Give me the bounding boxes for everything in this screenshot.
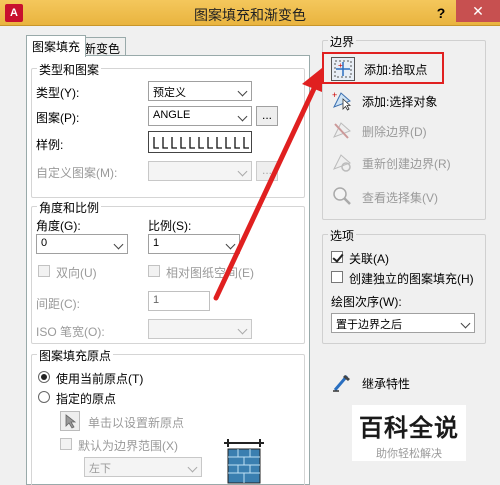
watermark-logo: 百科全说 助你轻松解决 <box>352 405 466 461</box>
watermark-subtitle: 助你轻松解决 <box>376 448 442 460</box>
watermark-title: 百科全说 <box>359 415 459 442</box>
tab-hatch[interactable]: 图案填充 <box>26 35 87 57</box>
